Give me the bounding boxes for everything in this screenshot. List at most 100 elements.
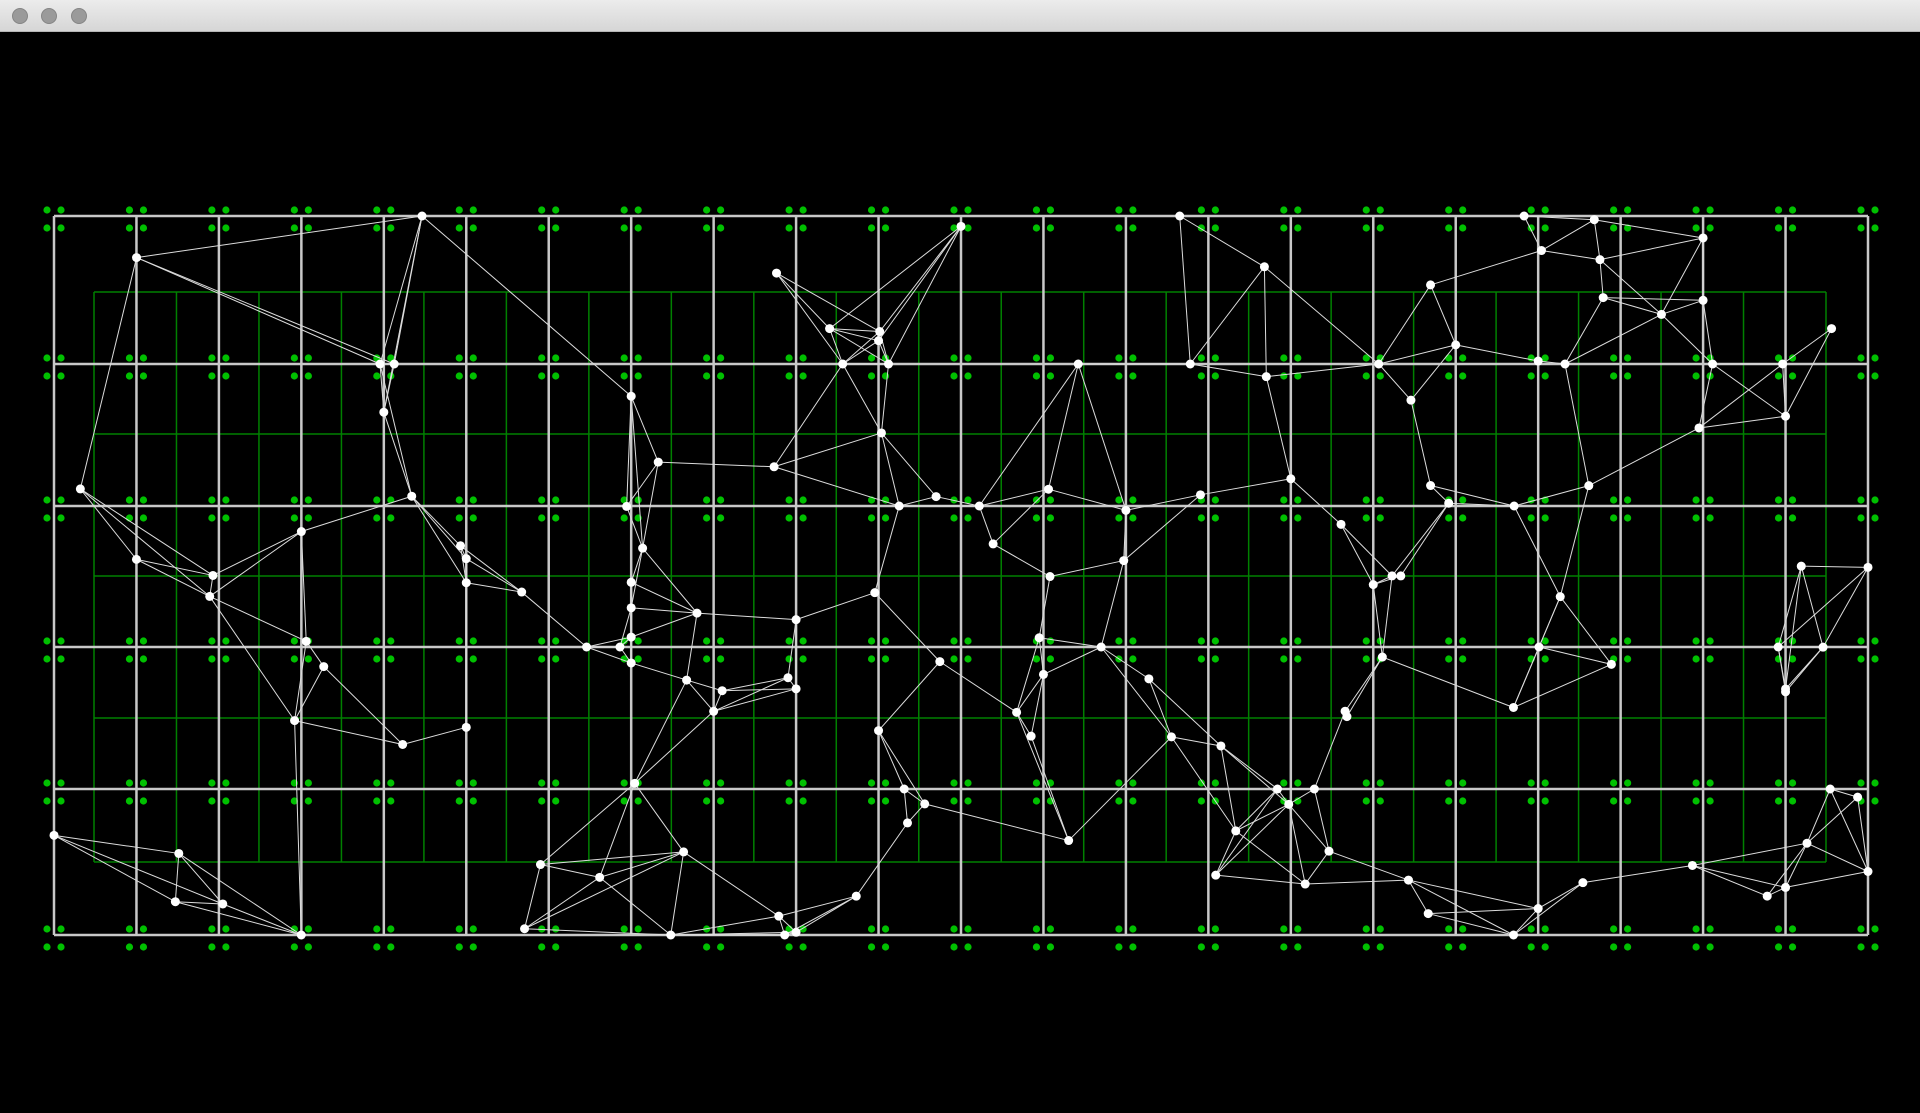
graph-node <box>615 642 625 652</box>
green-point <box>125 637 134 645</box>
graph-edge <box>1785 871 1869 888</box>
green-point <box>373 655 381 663</box>
green-point <box>703 354 711 362</box>
graph-edge <box>1148 678 1172 738</box>
green-point <box>950 224 958 232</box>
green-point <box>552 779 560 787</box>
green-point <box>139 372 148 380</box>
green-point <box>1871 655 1879 663</box>
green-point <box>1294 779 1302 787</box>
graph-edge <box>670 915 779 936</box>
graph-node <box>1324 846 1334 856</box>
green-point <box>1610 354 1618 362</box>
graph-edge <box>1430 250 1542 286</box>
green-point <box>634 354 642 362</box>
graph-edge <box>383 215 423 413</box>
graph-node <box>791 927 801 937</box>
green-point <box>387 224 395 232</box>
green-point <box>538 206 546 214</box>
green-point <box>43 224 51 232</box>
green-point <box>387 779 395 787</box>
green-point <box>1871 779 1879 787</box>
green-point <box>1376 496 1384 504</box>
green-point <box>717 797 725 805</box>
graph-edge <box>1048 363 1079 490</box>
green-point <box>469 372 477 380</box>
green-point <box>455 224 463 232</box>
graph-node <box>1519 211 1529 221</box>
green-point <box>1197 655 1205 663</box>
green-point <box>1610 925 1618 933</box>
green-point <box>1445 206 1453 214</box>
graph-node <box>1778 359 1788 369</box>
green-point <box>552 514 560 522</box>
green-point <box>1706 206 1714 214</box>
graph-edge <box>1408 879 1539 910</box>
graph-canvas[interactable] <box>0 33 1920 1113</box>
graph-node <box>638 543 648 553</box>
green-point <box>634 925 642 933</box>
graph-visualization <box>43 206 1879 951</box>
graph-node <box>582 642 592 652</box>
green-point <box>139 943 148 951</box>
green-point <box>373 496 381 504</box>
green-point <box>881 943 890 951</box>
green-point <box>455 637 463 645</box>
green-point <box>1871 943 1879 951</box>
green-point <box>125 496 134 504</box>
green-point <box>1294 206 1302 214</box>
green-point <box>1857 925 1865 933</box>
minimize-window-button[interactable] <box>41 8 57 24</box>
green-point <box>125 655 134 663</box>
graph-node <box>1034 633 1044 643</box>
green-point <box>1706 943 1714 951</box>
green-point <box>1362 372 1370 380</box>
green-point <box>139 496 148 504</box>
green-point <box>290 224 298 232</box>
green-point <box>552 797 560 805</box>
graph-node <box>1536 246 1546 256</box>
green-point <box>785 637 793 645</box>
zoom-window-button[interactable] <box>71 8 87 24</box>
green-point <box>304 496 312 504</box>
graph-edge <box>686 679 723 692</box>
graph-node <box>791 684 801 694</box>
graph-node <box>899 784 909 794</box>
green-point <box>1197 514 1205 522</box>
graph-edge <box>1564 363 1590 486</box>
green-point <box>1692 637 1700 645</box>
green-point <box>717 779 725 787</box>
graph-node <box>1509 501 1519 511</box>
graph-node <box>375 359 385 369</box>
green-point <box>290 496 298 504</box>
green-point <box>1294 354 1302 362</box>
green-point <box>1129 925 1137 933</box>
graph-node <box>1781 882 1791 892</box>
green-point <box>43 372 51 380</box>
green-point <box>1115 797 1123 805</box>
green-point <box>1046 372 1055 380</box>
graph-node <box>1802 838 1812 848</box>
green-point <box>373 779 381 787</box>
graph-node <box>1309 784 1319 794</box>
green-point <box>455 496 463 504</box>
graph-node <box>626 391 636 401</box>
graph-node <box>630 778 640 788</box>
close-window-button[interactable] <box>12 8 28 24</box>
green-point <box>1376 514 1384 522</box>
graph-node <box>1195 490 1205 500</box>
green-point <box>552 943 560 951</box>
green-point <box>634 206 642 214</box>
graph-node <box>1656 309 1666 319</box>
green-point <box>717 943 725 951</box>
graph-edge <box>1712 363 1786 417</box>
green-point <box>57 354 65 362</box>
green-point <box>1115 925 1123 933</box>
green-point <box>208 779 216 787</box>
green-point <box>469 354 477 362</box>
green-point <box>57 797 65 805</box>
graph-edge <box>1698 363 1714 429</box>
green-point <box>799 779 807 787</box>
green-point <box>1362 206 1370 214</box>
green-point <box>1459 496 1467 504</box>
